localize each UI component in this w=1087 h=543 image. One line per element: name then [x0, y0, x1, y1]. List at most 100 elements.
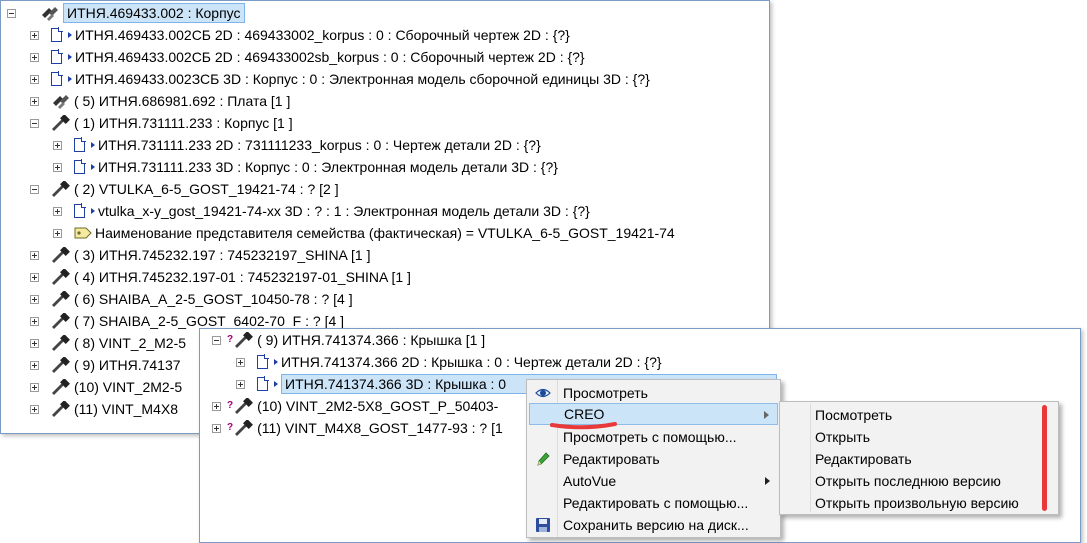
tree-row-part[interactable]: (11) VINT_M4X8	[30, 398, 178, 420]
tree-row-document[interactable]: vtulka_x-y_gost_19421-74-xx 3D : ? : 1 :…	[53, 200, 590, 222]
arrow-icon	[68, 76, 72, 82]
tree-row-document[interactable]: ИТНЯ.731111.233 3D : Корпус : 0 : Электр…	[53, 156, 558, 178]
expand-icon[interactable]	[53, 228, 62, 238]
expand-icon[interactable]	[30, 74, 39, 84]
expand-icon[interactable]	[30, 360, 39, 370]
expand-icon[interactable]	[53, 162, 62, 172]
document-icon	[51, 49, 63, 64]
expand-icon[interactable]	[53, 206, 62, 216]
pencil-icon	[535, 451, 551, 467]
arrow-icon	[91, 142, 95, 148]
submenu-item-edit[interactable]: Редактировать	[782, 448, 1056, 470]
menu-item-label: AutoVue	[563, 473, 617, 489]
document-icon	[74, 203, 86, 218]
tree-row-label: ( 6) SHAIBA_A_2-5_GOST_10450-78 : ? [4 ]	[74, 291, 353, 307]
expand-icon[interactable]	[53, 140, 62, 150]
collapse-icon[interactable]	[30, 184, 39, 194]
tree-row-part[interactable]: ( 9) ИТНЯ.74137	[30, 354, 181, 376]
assembly-icon	[40, 5, 60, 21]
tree-row-label: ( 9) ИТНЯ.74137	[74, 357, 181, 373]
assembly-icon	[51, 93, 71, 109]
arrow-icon	[68, 32, 72, 38]
submenu-arrow-icon	[764, 411, 769, 419]
tree-row-part[interactable]: ( 1) ИТНЯ.731111.233 : Корпус [1 ]	[30, 112, 293, 134]
expand-icon[interactable]	[30, 404, 39, 414]
part-icon	[234, 420, 254, 436]
tree-row-part[interactable]: ( 2) VTULKA_6-5_GOST_19421-74 : ? [2 ]	[30, 178, 339, 200]
expand-icon[interactable]	[30, 52, 39, 62]
menu-item-label: Просмотреть	[563, 385, 648, 401]
context-menu: Просмотреть CREO Просмотреть с помощью..…	[526, 379, 781, 538]
arrow-icon	[274, 359, 278, 365]
menu-item-autovue[interactable]: AutoVue	[529, 470, 778, 492]
menu-item-save-version[interactable]: Сохранить версию на диск...	[529, 514, 778, 536]
tree-row-document[interactable]: ИТНЯ.469433.002СБ 2D : 469433002sb_korpu…	[30, 46, 585, 68]
document-icon	[51, 71, 63, 86]
tree-row-part[interactable]: (10) VINT_2M2-5	[30, 376, 182, 398]
tree-row-document[interactable]: ИТНЯ.741374.366 2D : Крышка : 0 : Чертеж…	[236, 351, 662, 373]
submenu-item-open-latest[interactable]: Открыть последнюю версию	[782, 470, 1056, 492]
submenu-item-view[interactable]: Посмотреть	[782, 404, 1056, 426]
expand-icon[interactable]	[30, 30, 39, 40]
menu-item-label: Открыть произвольную версию	[815, 495, 1019, 511]
document-icon	[51, 27, 63, 42]
tree-row-part[interactable]: ? (11) VINT_M4X8_GOST_1477-93 : ? [1	[212, 417, 503, 439]
tree-row-label: ИТНЯ.469433.002СБ 2D : 469433002_korpus …	[75, 27, 570, 43]
tree-row-part[interactable]: ? ( 9) ИТНЯ.741374.366 : Крышка [1 ]	[212, 329, 485, 351]
expand-icon[interactable]	[30, 96, 39, 106]
tree-row-document[interactable]: ИТНЯ.469433.002СБ 2D : 469433002_korpus …	[30, 24, 570, 46]
tree-row-part[interactable]: ( 4) ИТНЯ.745232.197-01 : 745232197-01_S…	[30, 266, 411, 288]
tree-row-label: ( 5) ИТНЯ.686981.692 : Плата [1 ]	[74, 93, 291, 109]
part-icon	[51, 379, 71, 395]
expand-icon[interactable]	[30, 272, 39, 282]
arrow-icon	[68, 54, 72, 60]
menu-item-view[interactable]: Просмотреть	[529, 382, 778, 404]
expand-icon[interactable]	[30, 250, 39, 260]
annotation-underline	[550, 422, 617, 430]
tree-row-label: ( 1) ИТНЯ.731111.233 : Корпус [1 ]	[74, 115, 293, 131]
menu-item-edit[interactable]: Редактировать	[529, 448, 778, 470]
menu-item-label: Редактировать с помощью...	[563, 495, 749, 511]
tree-row-label: ( 2) VTULKA_6-5_GOST_19421-74 : ? [2 ]	[74, 181, 339, 197]
tree-row-label: ( 9) ИТНЯ.741374.366 : Крышка [1 ]	[257, 332, 486, 348]
arrow-icon	[91, 208, 95, 214]
part-icon	[51, 357, 71, 373]
expand-icon[interactable]	[30, 316, 39, 326]
tree-row-label: Наименование представителя семейства (фа…	[95, 225, 675, 241]
tree-row-label: ИТНЯ.731111.233 2D : 731111233_korpus : …	[98, 137, 541, 153]
expand-icon[interactable]	[236, 379, 245, 389]
tree-row-part[interactable]: ( 8) VINT_2_M2-5	[30, 332, 186, 354]
menu-item-label: Редактировать	[563, 451, 660, 467]
tree-row-part[interactable]: ? (10) VINT_2M2-5X8_GOST_P_50403-	[212, 395, 498, 417]
tree-row-part[interactable]: ( 3) ИТНЯ.745232.197 : 745232197_SHINA […	[30, 244, 370, 266]
menu-item-label: Посмотреть	[815, 407, 893, 423]
tree-row-document[interactable]: ИТНЯ.469433.002ЗСБ 3D : Корпус : 0 : Эле…	[30, 68, 650, 90]
floppy-disk-icon	[535, 517, 551, 533]
tree-row-label: ИТНЯ.469433.002 : Корпус	[63, 3, 245, 23]
question-mark-icon: ?	[227, 422, 234, 433]
tree-row-root[interactable]: ИТНЯ.469433.002 : Корпус	[7, 2, 245, 24]
tree-row-label: ИТНЯ.741374.366 2D : Крышка : 0 : Чертеж…	[281, 354, 662, 370]
part-icon	[234, 398, 254, 414]
submenu-item-open[interactable]: Открыть	[782, 426, 1056, 448]
tree-row-part[interactable]: ( 6) SHAIBA_A_2-5_GOST_10450-78 : ? [4 ]	[30, 288, 353, 310]
part-icon	[51, 401, 71, 417]
submenu-item-open-arbitrary[interactable]: Открыть произвольную версию	[782, 492, 1056, 514]
eye-icon	[535, 385, 551, 401]
expand-icon[interactable]	[212, 401, 221, 411]
tree-row-document[interactable]: ИТНЯ.731111.233 2D : 731111233_korpus : …	[53, 134, 541, 156]
collapse-icon[interactable]	[212, 335, 221, 345]
expand-icon[interactable]	[30, 382, 39, 392]
tree-row-parameter[interactable]: Наименование представителя семейства (фа…	[53, 222, 675, 244]
tree-row-assembly[interactable]: ( 5) ИТНЯ.686981.692 : Плата [1 ]	[30, 90, 290, 112]
menu-item-edit-with[interactable]: Редактировать с помощью...	[529, 492, 778, 514]
expand-icon[interactable]	[30, 294, 39, 304]
part-icon	[51, 313, 71, 329]
collapse-icon[interactable]	[30, 118, 39, 128]
collapse-icon[interactable]	[7, 8, 16, 18]
expand-icon[interactable]	[30, 338, 39, 348]
expand-icon[interactable]	[236, 357, 245, 367]
creo-submenu: Посмотреть Открыть Редактировать Открыть…	[779, 401, 1059, 515]
expand-icon[interactable]	[212, 423, 221, 433]
part-icon	[51, 115, 71, 131]
